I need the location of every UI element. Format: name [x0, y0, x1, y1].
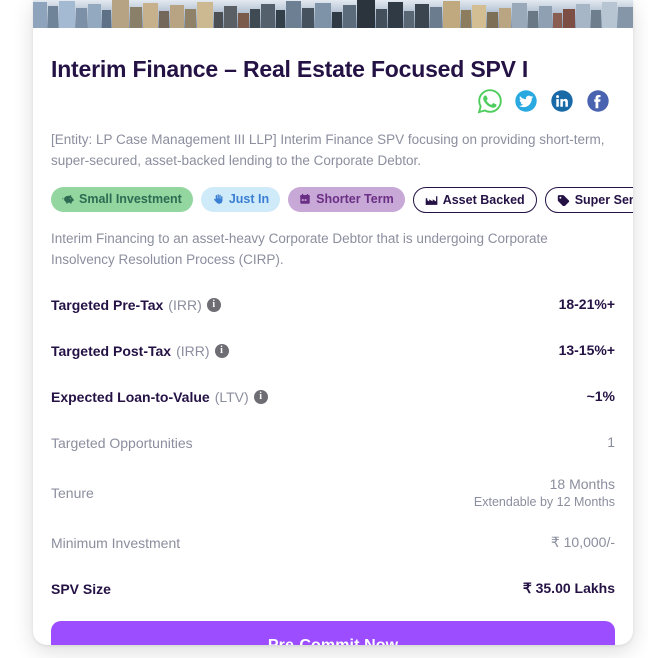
tag-label: Super Seniority Status	[574, 192, 633, 207]
page-title: Interim Finance – Real Estate Focused SP…	[51, 56, 529, 82]
piggy-bank-icon	[62, 193, 74, 205]
metric-label: Targeted Pre-Tax (IRR) i	[51, 297, 221, 313]
metric-row-targeted-opportunities: Targeted Opportunities 1	[51, 429, 615, 457]
metric-label-text: Expected Loan-to-Value	[51, 388, 210, 405]
metric-label: SPV Size	[51, 581, 111, 597]
metric-label: Expected Loan-to-Value (LTV) i	[51, 389, 268, 405]
linkedin-icon[interactable]	[547, 86, 577, 116]
tag-just-in[interactable]: Just In	[200, 186, 281, 212]
metric-value: ₹ 10,000/-	[550, 534, 615, 551]
page-root: Interim Finance – Real Estate Focused SP…	[0, 0, 648, 658]
metric-row-expected-ltv: Expected Loan-to-Value (LTV) i ~1%	[51, 383, 615, 411]
metric-value: ~1%	[586, 388, 615, 405]
metrics-list: Targeted Pre-Tax (IRR) i 18-21%+ Targeted…	[51, 291, 615, 603]
metric-row-spv-size: SPV Size ₹ 35.00 Lakhs	[51, 575, 615, 603]
cta-container: Pre-Commit Now	[33, 620, 633, 645]
metric-label-suffix: (IRR)	[176, 342, 210, 359]
metric-value: ₹ 35.00 Lakhs	[522, 580, 615, 597]
metric-label-text: Tenure	[51, 484, 94, 501]
metric-row-targeted-post-tax: Targeted Post-Tax (IRR) i 13-15%+	[51, 337, 615, 365]
metric-label: Tenure	[51, 485, 94, 501]
tag-label: Asset Backed	[442, 192, 525, 207]
metric-value-sub: Extendable by 12 Months	[473, 494, 615, 509]
metric-value: 18-21%+	[558, 296, 615, 313]
metric-row-targeted-pre-tax: Targeted Pre-Tax (IRR) i 18-21%+	[51, 291, 615, 319]
tag-super-seniority-status[interactable]: Super Seniority Status	[544, 186, 633, 213]
metric-label: Targeted Opportunities	[51, 435, 193, 451]
metric-label-text: Minimum Investment	[51, 534, 181, 551]
tag-asset-backed[interactable]: Asset Backed	[412, 186, 537, 213]
metric-label-text: Targeted Post-Tax	[51, 342, 172, 359]
metric-value: 1	[607, 434, 615, 451]
card-description: [Entity: LP Case Management III LLP] Int…	[51, 132, 605, 168]
twitter-icon[interactable]	[511, 86, 541, 116]
tag-small-investment[interactable]: Small Investment	[51, 186, 193, 212]
factory-icon	[425, 194, 438, 206]
pre-commit-now-button[interactable]: Pre-Commit Now	[51, 620, 615, 645]
metric-label-suffix: (IRR)	[168, 296, 202, 313]
waving-hand-icon	[212, 193, 224, 205]
metric-label-suffix: (LTV)	[214, 388, 249, 405]
metric-label: Targeted Post-Tax (IRR) i	[51, 343, 229, 359]
tag-label: Small Investment	[79, 192, 182, 207]
tag-label: Just In	[228, 192, 270, 207]
calendar-icon	[299, 193, 311, 205]
card-sub-description: Interim Financing to an asset-heavy Corp…	[51, 230, 548, 267]
metric-label-text: Targeted Pre-Tax	[51, 296, 164, 313]
social-share-row	[51, 86, 613, 116]
info-icon[interactable]: i	[253, 389, 268, 404]
tag-list: Small Investment Just In Shorter Term As…	[51, 186, 633, 213]
metric-value: 18 Months Extendable by 12 Months	[474, 475, 615, 511]
whatsapp-icon[interactable]	[475, 86, 505, 116]
metric-value-main: 18 Months	[549, 475, 615, 492]
metric-value: 13-15%+	[558, 342, 615, 359]
banner-image	[33, 0, 633, 28]
price-tag-icon	[557, 194, 570, 206]
skyline-illustration	[33, 0, 633, 28]
metric-label-text: SPV Size	[51, 580, 111, 597]
info-icon[interactable]: i	[214, 343, 229, 358]
metric-label: Minimum Investment	[51, 535, 180, 551]
facebook-icon[interactable]	[583, 86, 613, 116]
metric-row-tenure: Tenure 18 Months Extendable by 12 Months	[51, 475, 615, 511]
info-icon[interactable]: i	[206, 297, 221, 312]
tag-label: Shorter Term	[316, 192, 394, 207]
spv-offer-card: Interim Finance – Real Estate Focused SP…	[33, 0, 633, 645]
metric-row-minimum-investment: Minimum Investment ₹ 10,000/-	[51, 529, 615, 557]
metric-label-text: Targeted Opportunities	[51, 434, 193, 451]
tag-shorter-term[interactable]: Shorter Term	[288, 186, 405, 212]
card-body: Interim Finance – Real Estate Focused SP…	[33, 56, 633, 603]
